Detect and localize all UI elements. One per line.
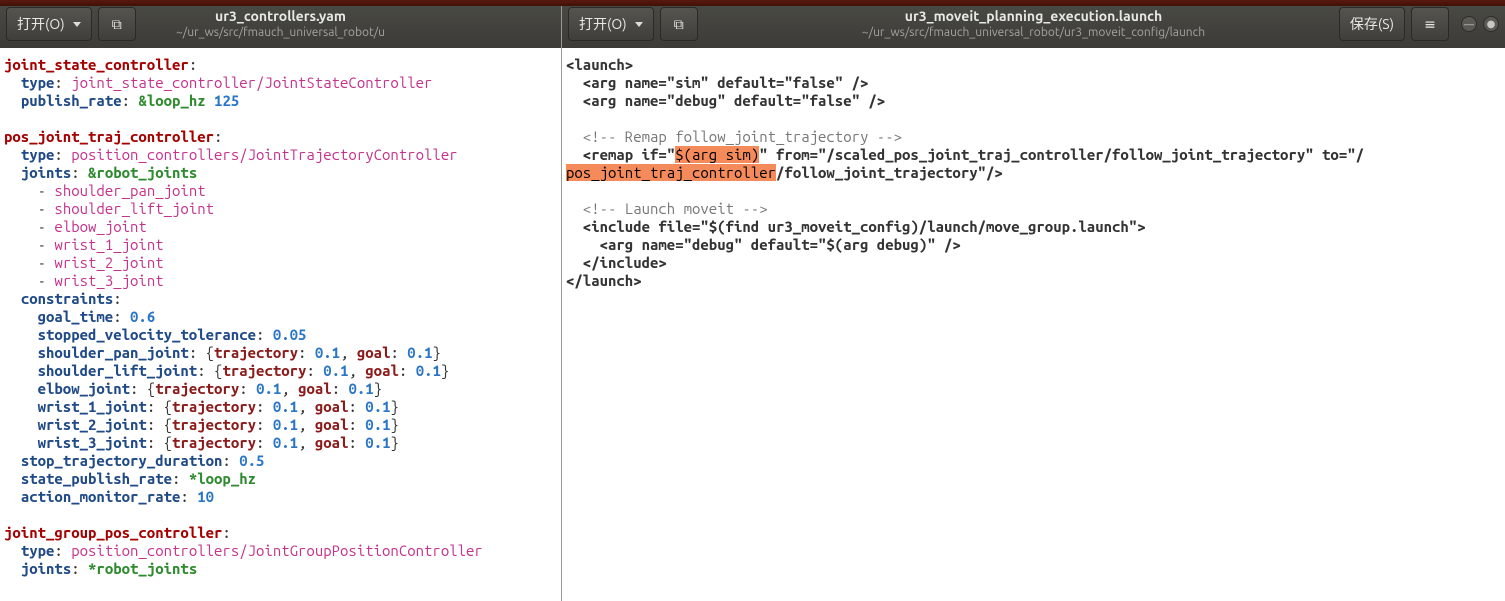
close-button[interactable]: ● xyxy=(1483,16,1499,32)
hamburger-icon: ≡ xyxy=(1424,16,1436,33)
open-button[interactable]: 打开(O) xyxy=(6,7,92,41)
code-editor-left[interactable]: joint_state_controller: type: joint_stat… xyxy=(0,48,561,601)
save-button[interactable]: 保存(S) xyxy=(1339,7,1405,41)
new-tab-button[interactable]: ⧉ xyxy=(660,7,698,41)
open-button-label: 打开(O) xyxy=(17,14,65,34)
window-title: ur3_moveit_planning_execution.launch xyxy=(862,8,1205,26)
editor-window-right: 打开(O) ⧉ ur3_moveit_planning_execution.la… xyxy=(562,0,1505,601)
titlebar-right: 打开(O) ⧉ ur3_moveit_planning_execution.la… xyxy=(562,0,1505,48)
title-block-left: ur3_controllers.yam ~/ur_ws/src/fmauch_u… xyxy=(176,8,385,41)
chevron-down-icon xyxy=(635,22,643,27)
minimize-button[interactable]: — xyxy=(1461,16,1477,32)
title-block-right: ur3_moveit_planning_execution.launch ~/u… xyxy=(862,8,1205,41)
window-subtitle: ~/ur_ws/src/fmauch_universal_robot/ur3_m… xyxy=(862,25,1205,40)
save-button-label: 保存(S) xyxy=(1350,14,1394,34)
chevron-down-icon xyxy=(73,22,81,27)
window-title: ur3_controllers.yam xyxy=(176,8,385,26)
open-button[interactable]: 打开(O) xyxy=(568,7,654,41)
hamburger-menu-button[interactable]: ≡ xyxy=(1411,7,1449,41)
new-tab-button[interactable]: ⧉ xyxy=(98,7,136,41)
new-tab-icon: ⧉ xyxy=(674,16,684,33)
editor-window-left: 打开(O) ⧉ ur3_controllers.yam ~/ur_ws/src/… xyxy=(0,0,562,601)
code-editor-right[interactable]: <launch> <arg name="sim" default="false"… xyxy=(562,48,1505,601)
new-tab-icon: ⧉ xyxy=(112,16,122,33)
titlebar-left: 打开(O) ⧉ ur3_controllers.yam ~/ur_ws/src/… xyxy=(0,0,561,48)
open-button-label: 打开(O) xyxy=(579,14,627,34)
window-controls: — ● xyxy=(1461,16,1499,32)
window-subtitle: ~/ur_ws/src/fmauch_universal_robot/u xyxy=(176,25,385,40)
